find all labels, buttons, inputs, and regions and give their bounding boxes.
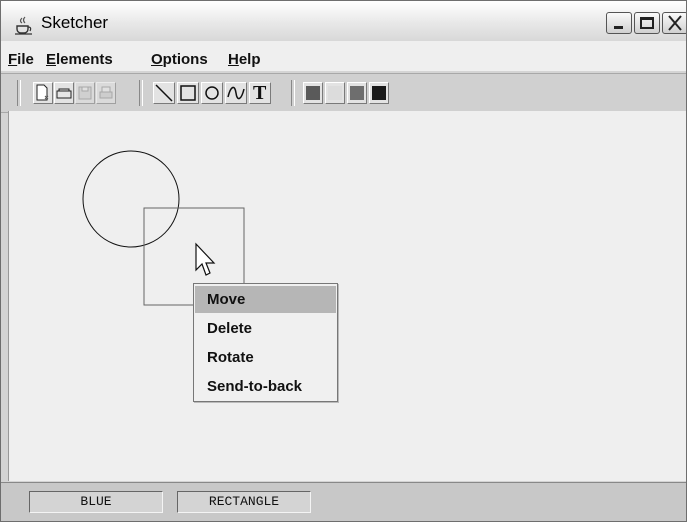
- open-file-icon: [56, 88, 72, 99]
- black-color-button[interactable]: [369, 82, 389, 104]
- menu-file[interactable]: File: [8, 51, 34, 68]
- context-menu-send-to-back[interactable]: Send-to-back: [195, 373, 336, 400]
- menu-options-label: ptions: [162, 51, 208, 68]
- context-menu-delete[interactable]: Delete: [195, 315, 336, 342]
- menu-bar: File Elements Options Help: [1, 41, 686, 71]
- menu-options[interactable]: Options: [151, 51, 208, 68]
- minimize-icon: [614, 26, 623, 29]
- menu-options-mnemonic: O: [151, 51, 163, 68]
- menu-file-mnemonic: F: [8, 51, 18, 68]
- minimize-button[interactable]: [606, 12, 632, 34]
- open-file-button[interactable]: [54, 82, 74, 104]
- close-button[interactable]: [662, 12, 686, 34]
- drawing-canvas[interactable]: [8, 111, 686, 481]
- circle-icon: [205, 86, 219, 100]
- context-menu-rotate[interactable]: Rotate: [195, 344, 336, 371]
- toolbar-grip[interactable]: [17, 80, 21, 106]
- title-bar[interactable]: Sketcher: [1, 1, 686, 42]
- status-bar: BLUE RECTANGLE: [1, 482, 686, 521]
- line-tool-button[interactable]: [153, 82, 175, 104]
- menu-elements[interactable]: Elements: [46, 51, 113, 68]
- new-file-icon: [36, 84, 49, 101]
- save-icon: [78, 86, 92, 100]
- green-color-button[interactable]: [325, 82, 345, 104]
- menu-help-mnemonic: H: [228, 51, 239, 68]
- new-file-button[interactable]: [33, 82, 53, 104]
- context-menu: Move Delete Rotate Send-to-back: [193, 283, 338, 402]
- rectangle-icon: [180, 85, 196, 101]
- mouse-cursor-icon: [195, 242, 216, 276]
- text-tool-icon: T: [253, 82, 267, 104]
- blue-swatch: [350, 86, 364, 100]
- save-button[interactable]: [75, 82, 95, 104]
- line-icon: [155, 84, 173, 102]
- menu-elements-mnemonic: E: [46, 51, 57, 68]
- print-button[interactable]: [96, 82, 116, 104]
- curve-icon: [227, 86, 245, 100]
- curve-tool-button[interactable]: [225, 82, 247, 104]
- toolbar-separator: [139, 80, 143, 106]
- toolbar: T: [1, 73, 686, 113]
- sketch-elements: [82, 150, 245, 306]
- maximize-icon: [640, 17, 654, 29]
- window-title: Sketcher: [41, 13, 109, 32]
- menu-file-label: ile: [17, 51, 34, 68]
- toolbar-separator-2: [291, 80, 295, 106]
- rectangle-tool-button[interactable]: [177, 82, 199, 104]
- print-icon: [99, 86, 113, 99]
- status-element-type: RECTANGLE: [177, 491, 311, 513]
- green-swatch: [328, 86, 342, 100]
- status-color: BLUE: [29, 491, 163, 513]
- menu-elements-label: lements: [56, 51, 113, 68]
- blue-color-button[interactable]: [347, 82, 367, 104]
- text-tool-button[interactable]: T: [249, 82, 271, 104]
- close-icon: [668, 15, 682, 31]
- sketcher-window: Sketcher File Elements Options Help T Mo…: [0, 0, 687, 522]
- maximize-button[interactable]: [634, 12, 660, 34]
- menu-help-label: elp: [238, 51, 261, 68]
- red-swatch: [306, 86, 320, 100]
- black-swatch: [372, 86, 386, 100]
- sketch-circle[interactable]: [82, 150, 180, 248]
- circle-tool-button[interactable]: [201, 82, 223, 104]
- java-cup-icon: [15, 16, 32, 35]
- menu-help[interactable]: Help: [228, 51, 261, 68]
- context-menu-move[interactable]: Move: [195, 286, 336, 313]
- red-color-button[interactable]: [303, 82, 323, 104]
